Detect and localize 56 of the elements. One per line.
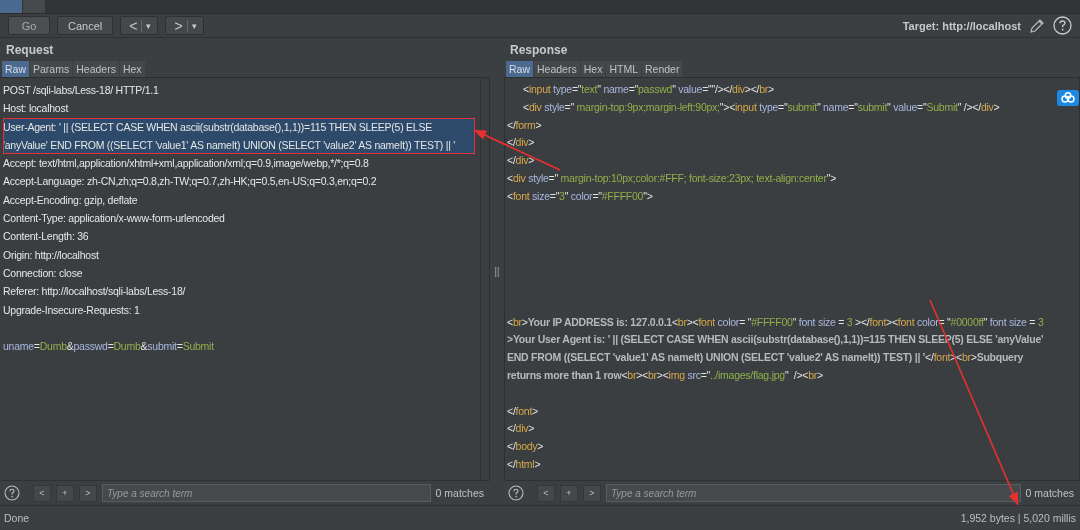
- code-line: Accept: text/html,application/xhtml+xml,application/xml;q=0.9,image/webp,*/*;q=0.8: [3, 156, 370, 172]
- code-line: <font size="3" color="#FFFF00">: [507, 188, 654, 204]
- match-count: 0 matches: [435, 487, 485, 499]
- code-line: </div>: [507, 153, 536, 169]
- tab[interactable]: Headers: [73, 61, 119, 77]
- toolbar-button[interactable]: Go: [8, 16, 50, 35]
- tab[interactable]: Params: [30, 61, 73, 77]
- previous-button[interactable]: <: [33, 484, 51, 502]
- add-button[interactable]: +: [560, 484, 578, 502]
- tab[interactable]: Hex: [580, 61, 606, 77]
- status-text: Done: [4, 512, 30, 524]
- grip-icon[interactable]: [495, 266, 499, 277]
- panel-title: Request: [5, 42, 55, 59]
- code-line: </body>: [507, 439, 545, 455]
- tab[interactable]: Headers: [534, 61, 580, 77]
- help-icon[interactable]: [4, 485, 20, 501]
- previous-button[interactable]: <: [537, 484, 555, 502]
- tab[interactable]: Render: [642, 61, 683, 77]
- code-line: Origin: http://localhost: [3, 247, 100, 263]
- tab[interactable]: Raw: [506, 61, 533, 77]
- code-line: Accept-Encoding: gzip, deflate: [3, 192, 139, 208]
- code-line: <div style=" margin-top:9px;margin-left:90px;"><input type="submit" name="submit" value="Submit" /></div>: [522, 99, 1001, 115]
- next-button[interactable]: >: [79, 484, 97, 502]
- code-line: </div>: [507, 135, 536, 151]
- code-line: Content-Length: 36: [3, 229, 90, 245]
- next-button[interactable]: >: [583, 484, 601, 502]
- code-line: <input type="text" name="passwd" value=""/></div></br>: [522, 82, 775, 97]
- code-line: </form>: [507, 117, 543, 133]
- tab[interactable]: Raw: [2, 61, 29, 77]
- code-line: Referer: http://localhost/sqli-labs/Less-18/: [3, 284, 187, 300]
- history-button[interactable]: < ▾: [120, 16, 159, 35]
- tab[interactable]: HTML: [606, 61, 641, 77]
- code-line: uname=Dumb&passwd=Dumb&submit=Submit: [3, 339, 215, 355]
- toolbar-button[interactable]: Cancel: [57, 16, 114, 35]
- cloud-icon[interactable]: [1057, 90, 1079, 106]
- code-line: Content-Type: application/x-www-form-urlencoded: [3, 211, 226, 227]
- search-field[interactable]: Type a search term: [606, 484, 1021, 502]
- add-button[interactable]: +: [56, 484, 74, 502]
- code-line: Upgrade-Insecure-Requests: 1: [3, 302, 141, 318]
- panel-title: Response: [509, 42, 569, 59]
- help-icon[interactable]: [1053, 16, 1072, 35]
- target-label: Target: http://localhost: [902, 19, 1021, 32]
- history-button[interactable]: > ▾: [165, 16, 204, 35]
- code-line: Host: localhost: [3, 101, 70, 117]
- code-line: Connection: close: [3, 265, 84, 281]
- search-field[interactable]: Type a search term: [102, 484, 431, 502]
- match-count: 0 matches: [1025, 487, 1075, 499]
- help-icon[interactable]: [508, 485, 524, 501]
- tab[interactable]: Hex: [119, 61, 145, 77]
- code-line: </html>: [507, 456, 542, 472]
- code-line: POST /sqli-labs/Less-18/ HTTP/1.1: [3, 83, 160, 98]
- code-line: Accept-Language: zh-CN,zh;q=0.8,zh-TW;q=0.7,zh-HK;q=0.5,en-US;q=0.3,en;q=0.2: [3, 174, 378, 190]
- code-line: </font>: [507, 403, 539, 419]
- code-line: <div style=" margin-top:10px;color:#FFF; font-size:23px; text-align:center">: [507, 171, 838, 186]
- code-line: </div>: [507, 421, 536, 437]
- response-stats: 1,952 bytes | 5,020 millis: [960, 512, 1076, 524]
